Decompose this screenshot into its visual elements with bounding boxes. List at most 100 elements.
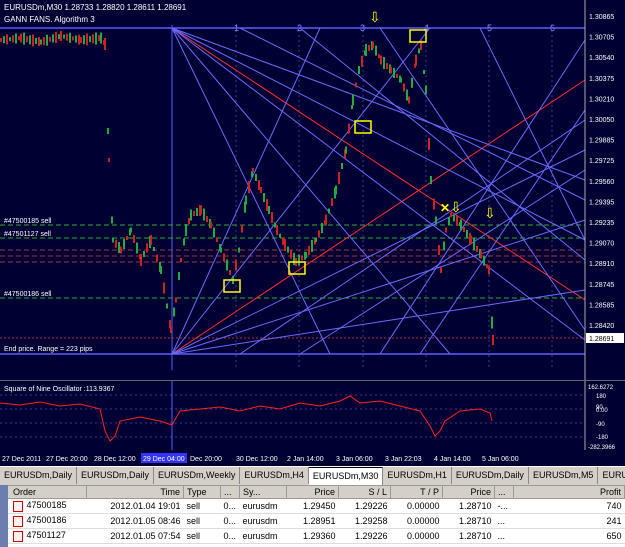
candle (35, 38, 37, 44)
time-label: 30 Dec 12:00 (236, 456, 278, 463)
candle (29, 35, 31, 45)
candle (229, 270, 231, 275)
candle (418, 48, 420, 54)
price-axis-label: 1.29070 (589, 241, 614, 248)
candle (66, 33, 68, 41)
candle (279, 233, 281, 238)
candle (190, 209, 192, 221)
time-label: 5 Jan 06:00 (482, 456, 519, 463)
col-sl[interactable]: S / L (338, 485, 391, 499)
candle (206, 216, 208, 222)
candle (290, 249, 292, 259)
candle (241, 224, 243, 233)
candle (245, 195, 247, 205)
orders-table-panel[interactable]: Order Time Type ... Sy... Price S / L T … (0, 485, 625, 547)
price-axis-label: 1.28745 (589, 282, 614, 289)
time-label: 4 Jan 14:00 (434, 456, 471, 463)
candle (112, 237, 114, 243)
candle (298, 254, 300, 266)
candle (305, 252, 307, 258)
osc-axis-neg90: -90 (596, 422, 605, 428)
col-price[interactable]: Price (286, 485, 339, 499)
tab-eurusd-weekly[interactable]: EURUSDm,Weekly (154, 467, 241, 484)
time-label: Dec 20:00 (190, 456, 222, 463)
candle (325, 214, 327, 226)
arrow-down-icon: ⇩ (369, 9, 381, 25)
gann-fan-lines (171, 27, 586, 355)
col-tp[interactable]: T / P (390, 485, 443, 499)
candle (266, 199, 268, 211)
range-text: End price. Range = 223 pips (4, 346, 93, 353)
candle (3, 36, 5, 44)
oscillator-label: Square of Nine Oscillator :113.9367 (4, 386, 114, 393)
price-axis-label: 1.29235 (589, 220, 614, 227)
table-header-row: Order Time Type ... Sy... Price S / L T … (0, 485, 625, 499)
candle (173, 307, 175, 317)
main-chart[interactable]: 1 2 3 4 5 6 (0, 0, 625, 380)
candle (470, 235, 472, 245)
tab-eurusd-m30[interactable]: EURUSDm,M30 (308, 467, 384, 485)
candle (396, 74, 398, 78)
candle (55, 32, 57, 43)
candle (146, 243, 148, 253)
col-profit[interactable]: Profit (513, 485, 625, 499)
candle (18, 36, 20, 41)
candle (358, 66, 360, 74)
price-axis-label: 1.29725 (589, 158, 614, 165)
oscillator-panel[interactable]: Square of Nine Oscillator :113.9367 162.… (0, 380, 625, 451)
col-swap[interactable]: ... (494, 485, 514, 499)
candle (258, 180, 260, 190)
time-label: 2 Jan 14:00 (287, 456, 324, 463)
candle (488, 265, 490, 275)
order-icon (12, 515, 23, 527)
candle (274, 222, 276, 228)
candle (301, 255, 303, 261)
candle (0, 38, 2, 42)
candle (335, 185, 337, 195)
candle (160, 266, 162, 274)
candle (136, 242, 138, 254)
candle (276, 225, 278, 235)
col-order[interactable]: Order (0, 485, 87, 499)
candle (483, 255, 485, 266)
tab-eurusd-h4[interactable]: EURUSDm,H4 (240, 467, 309, 484)
price-axis-label: 1.29560 (589, 179, 614, 186)
chart-canvas[interactable]: 1 2 3 4 5 6 (0, 0, 625, 380)
candle (220, 247, 222, 253)
candle (140, 254, 142, 266)
tab-eurusd-daily-3[interactable]: EURUSDm,Daily (452, 467, 529, 484)
col-lots[interactable]: ... (220, 485, 240, 499)
candle (435, 216, 437, 224)
tab-eurusd-daily-2[interactable]: EURUSDm,Daily (77, 467, 155, 484)
candle (480, 251, 482, 259)
candle (216, 238, 218, 242)
candle (123, 239, 125, 249)
price-axis-label: 1.30050 (589, 117, 614, 124)
tab-eurusd-daily-1[interactable]: EURUSDm,Daily (0, 467, 78, 484)
candle (311, 240, 313, 252)
candle (318, 230, 320, 238)
candle (46, 34, 48, 46)
table-row[interactable]: 47500185 2012.01.04 19:01 sell 0... euru… (0, 498, 625, 514)
tab-eurusd-h1[interactable]: EURUSDm,H1 (383, 467, 452, 484)
candle (86, 33, 88, 46)
candle (58, 34, 60, 40)
candle (178, 272, 180, 280)
col-current-price[interactable]: Price (442, 485, 495, 499)
tab-eurusd-m5[interactable]: EURUSDm,M5 (529, 467, 599, 484)
table-row[interactable]: 47500186 2012.01.05 08:46 sell 0... euru… (0, 513, 625, 529)
col-type[interactable]: Type (183, 485, 221, 499)
table-row[interactable]: 47501127 2012.01.05 07:54 sell 0... euru… (0, 528, 625, 544)
candle (268, 206, 270, 214)
candle (107, 128, 109, 134)
tab-eurusd-more[interactable]: EURU (598, 467, 625, 484)
col-symbol[interactable]: Sy... (239, 485, 287, 499)
candle (390, 66, 392, 74)
candle (185, 224, 187, 236)
candle (348, 123, 350, 134)
candle (23, 32, 25, 45)
candle (15, 33, 17, 44)
oscillator-canvas: Square of Nine Oscillator :113.9367 162.… (0, 381, 625, 451)
col-time[interactable]: Time (86, 485, 184, 499)
candle (20, 33, 22, 43)
